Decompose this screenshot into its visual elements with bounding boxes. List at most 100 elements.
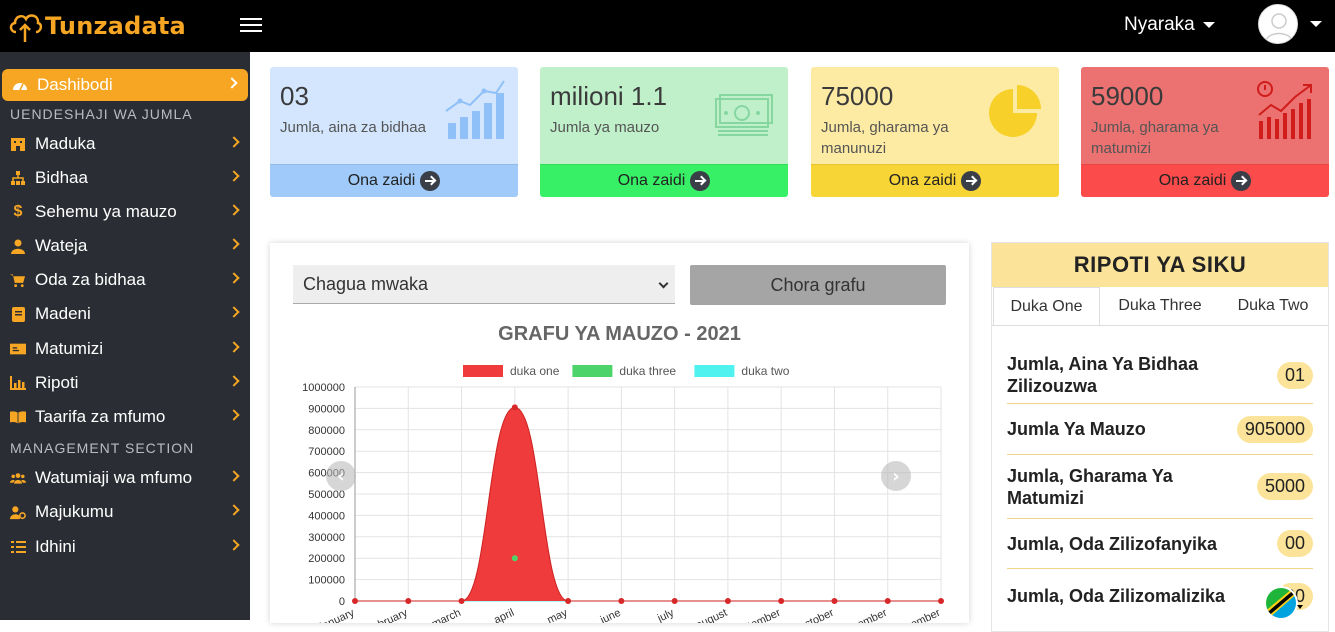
daily-report-panel: RIPOTI YA SIKU Duka One Duka Three Duka … [991, 242, 1329, 632]
draw-chart-button[interactable]: Chora grafu [690, 265, 946, 305]
chevron-right-icon: › [892, 466, 899, 487]
chevron-right-icon [228, 409, 240, 421]
sidebar-item-oda-za-bidhaa[interactable]: Oda za bidhaa [0, 264, 250, 296]
store-icon [10, 136, 26, 152]
data-point [511, 404, 518, 411]
view-more-button[interactable]: Ona zaidi [270, 164, 518, 197]
view-more-button[interactable]: Ona zaidi [811, 164, 1059, 197]
cart-icon [10, 272, 26, 288]
chevron-left-icon: ‹ [337, 466, 344, 487]
chart-title: GRAFU YA MAUZO - 2021 [498, 323, 741, 345]
view-more-button[interactable]: Ona zaidi [540, 164, 788, 197]
y-tick-label: 400000 [308, 510, 345, 522]
card-label: Jumla, aina za bidhaa [280, 119, 426, 136]
y-tick-label: 800000 [308, 425, 345, 437]
y-tick-label: 700000 [308, 446, 345, 458]
data-point [938, 598, 944, 604]
brand-name: Tunzadata [45, 12, 186, 40]
chart-icon [10, 375, 26, 391]
sidebar-item-bidhaa[interactable]: Bidhaa [0, 162, 250, 194]
report-row: Jumla, Gharama Ya Matumizi 5000 [1007, 455, 1313, 519]
sidebar-item-matumizi[interactable]: Matumizi [0, 333, 250, 365]
x-tick-label: february [368, 607, 410, 623]
tab-duka-three[interactable]: Duka Three [1102, 287, 1218, 325]
sidebar-item-taarifa-za-mfumo[interactable]: Taarifa za mfumo [0, 401, 250, 433]
chevron-right-icon [228, 470, 240, 482]
sidebar-item-label: Oda za bidhaa [35, 270, 146, 289]
x-tick-label: december [893, 607, 943, 623]
chevron-right-icon [228, 375, 240, 387]
cloud-upload-logo-icon [9, 14, 42, 42]
view-more-label: Ona zaidi [347, 172, 416, 189]
data-point [884, 598, 891, 604]
user-menu[interactable] [1258, 4, 1322, 44]
top-navbar: Tunzadata Nyaraka [0, 0, 1335, 52]
report-row-badge: 00 [1276, 530, 1313, 557]
sidebar-item-maduka[interactable]: Maduka [0, 128, 250, 160]
report-row: Jumla, Oda Zilizofanyika 00 [1007, 519, 1313, 569]
sidebar-item-label: Watumiaji wa mfumo [35, 468, 193, 487]
open-book-icon [10, 409, 26, 425]
series-area [355, 407, 941, 601]
sidebar-item-label: Idhini [35, 537, 76, 556]
sidebar-item-madeni[interactable]: Madeni [0, 298, 250, 330]
menu-toggle-icon[interactable] [240, 15, 262, 35]
language-flag-icon[interactable] [1263, 583, 1303, 620]
chevron-right-icon [228, 341, 240, 353]
y-tick-label: 200000 [308, 553, 345, 565]
y-tick-label: 100000 [308, 575, 345, 587]
chevron-right-icon [228, 504, 240, 516]
data-point [618, 598, 625, 604]
data-point [405, 598, 412, 604]
view-more-label: Ona zaidi [617, 172, 686, 189]
year-select[interactable]: Chagua mwaka [293, 265, 675, 304]
legend-label: duka three [619, 364, 676, 378]
report-row: Jumla Ya Mauzo 905000 [1007, 404, 1313, 455]
tab-duka-one[interactable]: Duka One [993, 287, 1100, 325]
section-heading: UENDESHAJI WA JUMLA [10, 106, 193, 122]
bar-growth-icon [445, 80, 505, 139]
chevron-right-icon [228, 238, 240, 250]
report-row-badge: 905000 [1236, 415, 1313, 443]
chevron-down-icon [658, 278, 669, 289]
sidebar-item-dashibodi[interactable]: Dashibodi [2, 69, 248, 101]
caret-down-icon [1202, 22, 1215, 28]
sidebar-item-idhini[interactable]: Idhini [0, 531, 250, 563]
x-tick-label: august [694, 607, 729, 623]
sidebar: Dashibodi UENDESHAJI WA JUMLA Maduka Bid… [0, 52, 250, 620]
series-line [355, 406, 941, 602]
card-value: 03 [280, 81, 309, 111]
sidebar-item-majukumu[interactable]: Majukumu [0, 496, 250, 528]
sidebar-item-label: Matumizi [35, 339, 104, 358]
x-tick-label: july [655, 607, 676, 623]
card-body: 75000 Jumla, gharama ya manunuzi [811, 67, 1059, 164]
stat-card-product-types: 03 Jumla, aina za bidhaa Ona zaidi [270, 67, 518, 197]
x-tick-label: january [318, 607, 357, 623]
stat-card-sales: milioni 1.1 Jumla ya mauzo Ona zaidi [540, 67, 788, 197]
view-more-button[interactable]: Ona zaidi [1081, 164, 1329, 197]
sidebar-item-sehemu-ya-mauzo[interactable]: $ Sehemu ya mauzo [0, 196, 250, 228]
brand[interactable]: Tunzadata [8, 8, 186, 44]
docs-dropdown[interactable]: Nyaraka [1124, 14, 1215, 36]
sidebar-item-wateja[interactable]: Wateja [0, 230, 250, 262]
card-value: 75000 [821, 81, 894, 111]
legend-label: duka one [510, 364, 560, 378]
caret-down-icon [1310, 21, 1322, 27]
data-point [352, 598, 358, 604]
card-label: Jumla, gharama ya manunuzi [821, 119, 949, 157]
card-label: Jumla, gharama ya matumizi [1091, 119, 1219, 157]
x-tick-label: march [430, 607, 463, 623]
sidebar-item-label: Madeni [35, 304, 91, 323]
x-tick-label: november [840, 607, 890, 623]
tab-duka-two[interactable]: Duka Two [1218, 287, 1328, 325]
x-tick-label: september [730, 607, 782, 623]
user-gear-icon [10, 504, 26, 520]
data-point [511, 555, 518, 562]
sidebar-item-ripoti[interactable]: Ripoti [0, 367, 250, 399]
x-tick-label: june [598, 607, 623, 623]
users-icon [10, 470, 26, 486]
expense-chart-icon [1257, 81, 1312, 139]
stat-card-expenses: 59000 Jumla, gharama ya matumizi Ona zai… [1081, 67, 1329, 197]
sidebar-item-watumiaji-wa-mfumo[interactable]: Watumiaji wa mfumo [0, 462, 250, 494]
dollar-icon: $ [13, 203, 23, 220]
